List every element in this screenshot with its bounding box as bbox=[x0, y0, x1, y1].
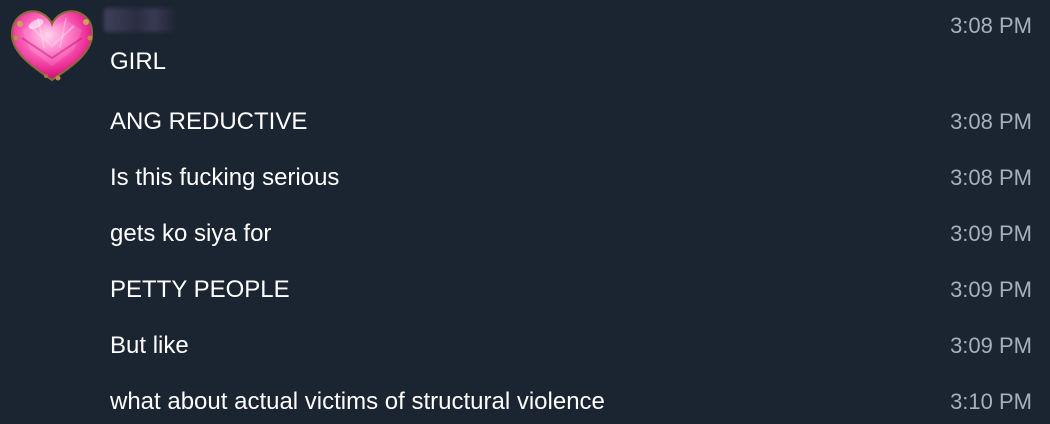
sender-name-redacted bbox=[104, 8, 176, 32]
pink-heart-gem-icon[interactable] bbox=[8, 8, 96, 82]
message-timestamp: 3:09 PM bbox=[950, 277, 1032, 302]
message-text: GIRL bbox=[110, 48, 167, 75]
message-text: Is this fucking serious bbox=[110, 164, 340, 191]
message-timestamp: 3:08 PM bbox=[950, 13, 1032, 38]
message-text: But like bbox=[110, 332, 189, 359]
message-text: gets ko siya for bbox=[110, 220, 272, 247]
message-timestamp: 3:08 PM bbox=[950, 165, 1032, 190]
message-timestamp: 3:08 PM bbox=[950, 109, 1032, 134]
message-timestamp: 3:10 PM bbox=[950, 389, 1032, 414]
message-text: what about actual victims of structural … bbox=[110, 388, 605, 415]
message-text: PETTY PEOPLE bbox=[110, 276, 290, 303]
message-timestamp: 3:09 PM bbox=[950, 333, 1032, 358]
chat-message-group: GIRL 3:08 PM ANG REDUCTIVE 3:08 PM Is th… bbox=[0, 0, 1050, 424]
message-timestamp: 3:09 PM bbox=[950, 221, 1032, 246]
message-text: ANG REDUCTIVE bbox=[110, 108, 308, 135]
